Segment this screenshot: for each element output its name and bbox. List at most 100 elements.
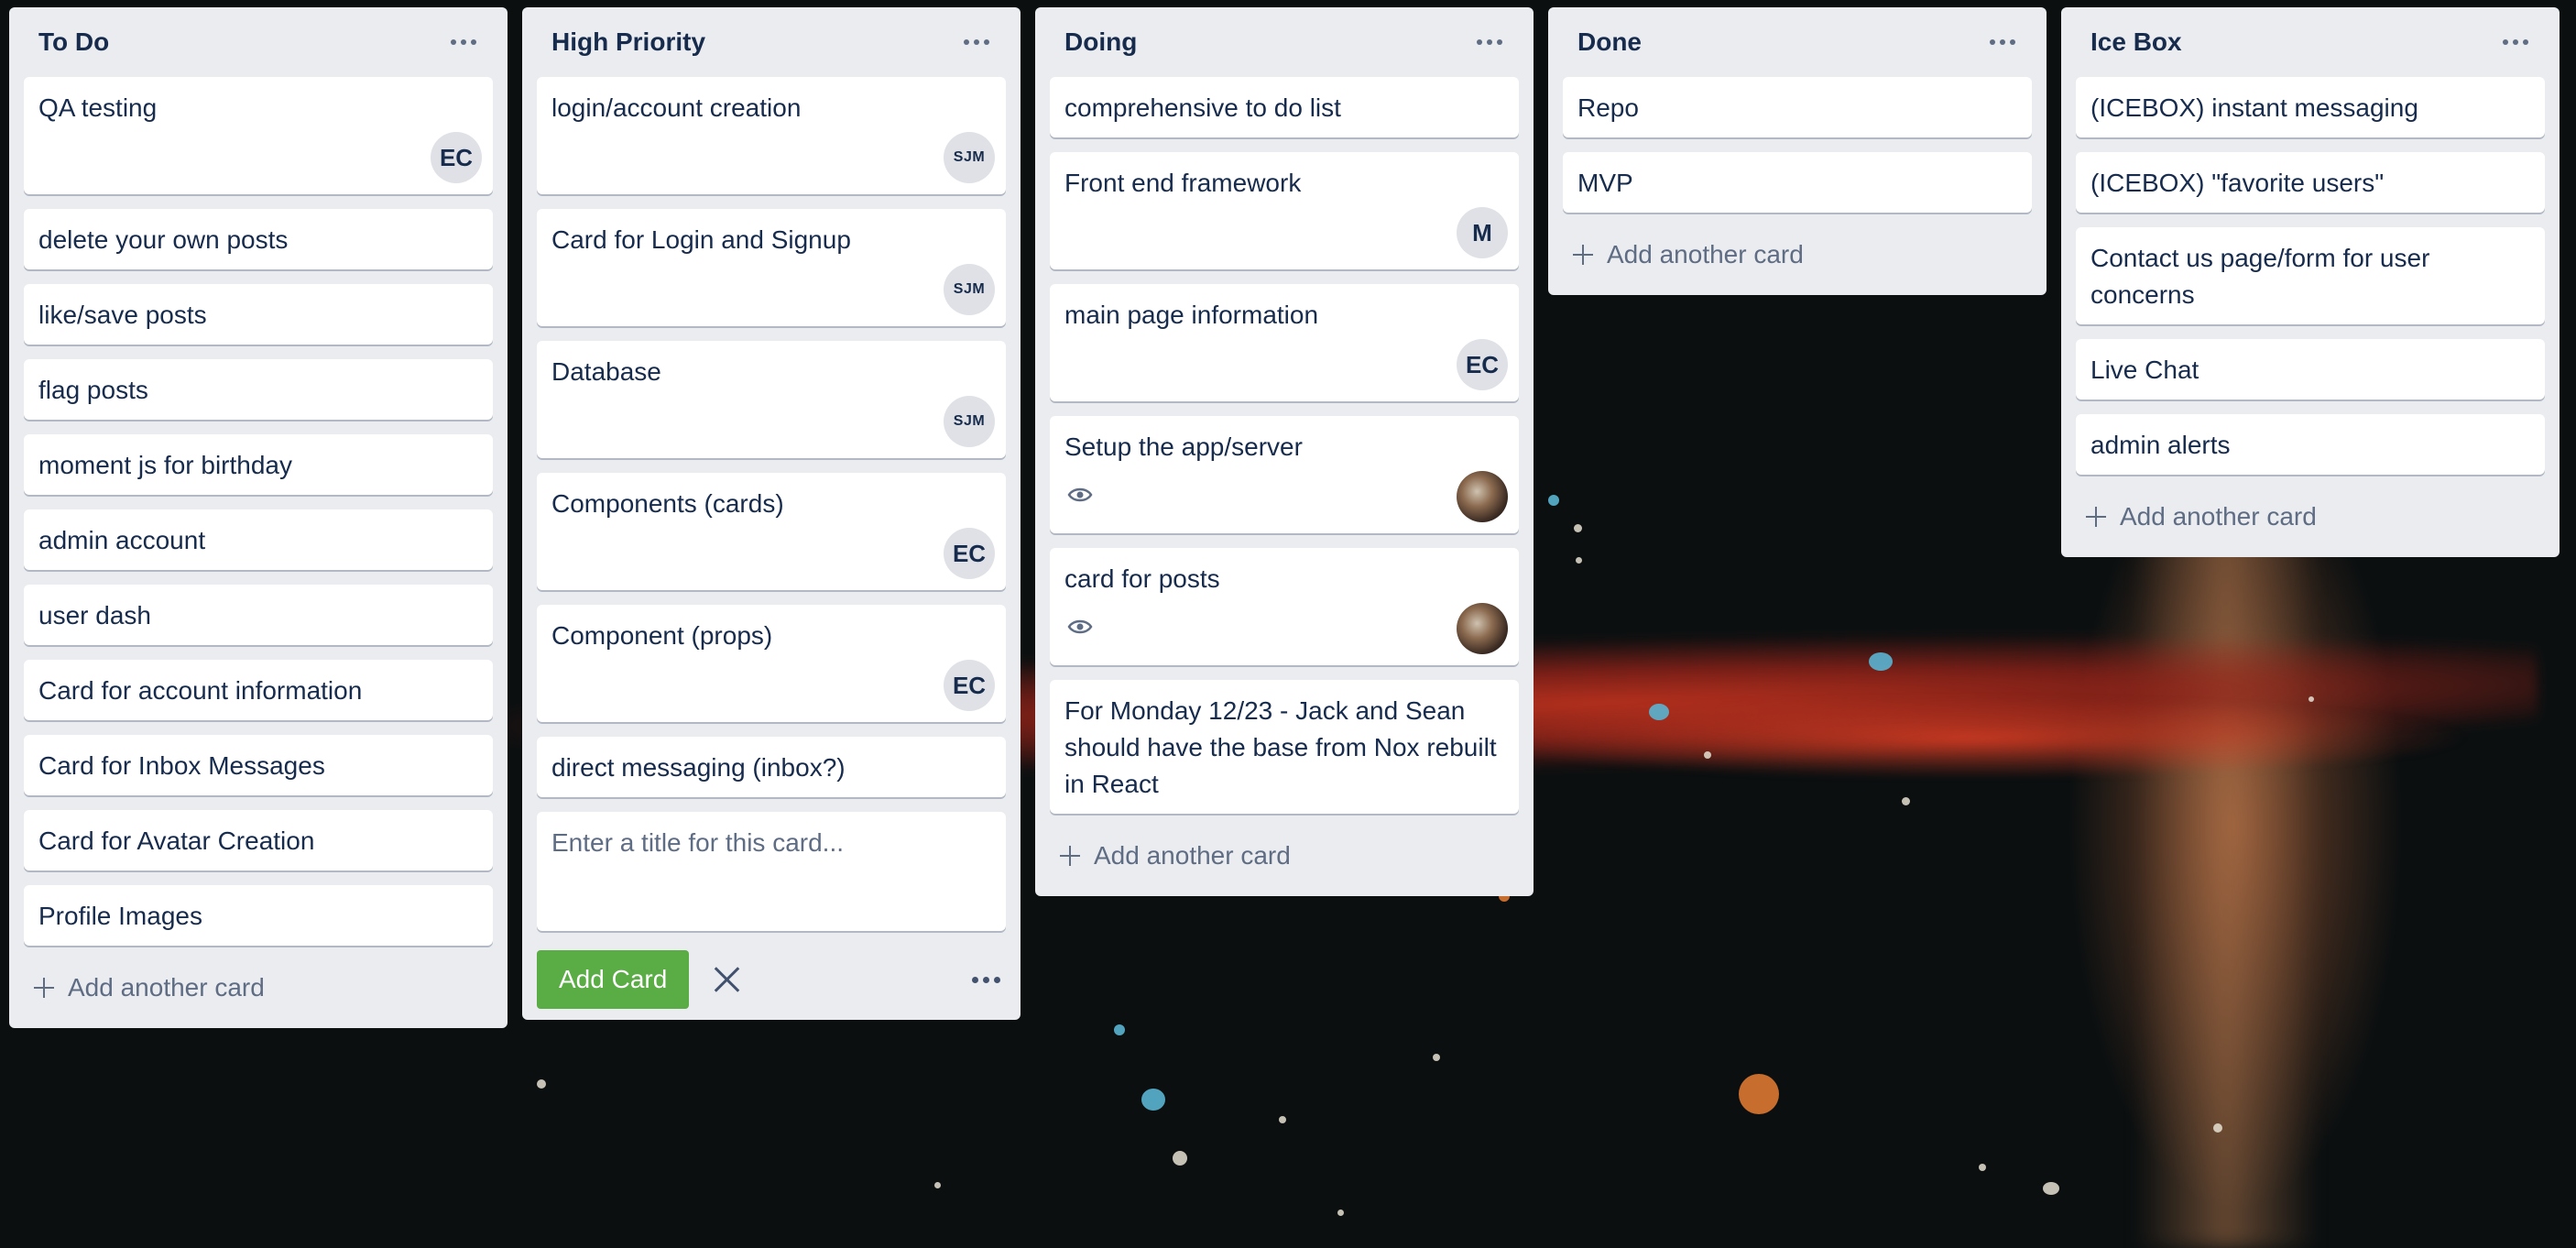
card[interactable]: user dash bbox=[24, 585, 493, 645]
card-title: Profile Images bbox=[38, 902, 202, 930]
list-ice-box: Ice Box (ICEBOX) instant messaging (ICEB… bbox=[2061, 7, 2560, 557]
card[interactable]: login/account creation SJM bbox=[537, 77, 1006, 194]
card-title: Card for Avatar Creation bbox=[38, 827, 315, 855]
member-avatar[interactable]: SJM bbox=[944, 396, 995, 447]
card[interactable]: Setup the app/server bbox=[1050, 416, 1519, 533]
member-avatar-photo[interactable] bbox=[1457, 603, 1508, 654]
member-avatar[interactable]: SJM bbox=[944, 264, 995, 315]
list-to-do: To Do QA testing EC delete your own post… bbox=[9, 7, 508, 1028]
list-title[interactable]: Doing bbox=[1064, 27, 1137, 57]
list-header: To Do bbox=[24, 7, 493, 77]
card[interactable]: Card for Inbox Messages bbox=[24, 735, 493, 795]
card-title: Live Chat bbox=[2090, 356, 2199, 384]
card-title: Card for Login and Signup bbox=[551, 225, 851, 254]
list-menu-icon[interactable] bbox=[1471, 34, 1508, 50]
card[interactable]: Repo bbox=[1563, 77, 2032, 137]
add-card-button[interactable]: Add another card bbox=[24, 958, 493, 1017]
add-card-submit-button[interactable]: Add Card bbox=[537, 950, 690, 1009]
composer-controls: Add Card bbox=[537, 950, 1006, 1009]
card-title: For Monday 12/23 - Jack and Sean should … bbox=[1064, 696, 1497, 798]
card[interactable]: Profile Images bbox=[24, 885, 493, 946]
member-avatar[interactable]: SJM bbox=[944, 132, 995, 183]
card-list: comprehensive to do list Front end frame… bbox=[1050, 77, 1519, 814]
card-title: flag posts bbox=[38, 376, 148, 404]
card-list: login/account creation SJM Card for Logi… bbox=[537, 77, 1006, 936]
card[interactable]: admin alerts bbox=[2076, 414, 2545, 475]
card[interactable]: flag posts bbox=[24, 359, 493, 420]
plus-icon bbox=[2083, 504, 2109, 530]
member-avatar[interactable]: EC bbox=[944, 660, 995, 711]
card[interactable]: Card for account information bbox=[24, 660, 493, 720]
close-icon[interactable] bbox=[707, 959, 748, 1000]
card[interactable]: Database SJM bbox=[537, 341, 1006, 458]
card[interactable]: moment js for birthday bbox=[24, 434, 493, 495]
card-list: Repo MVP bbox=[1563, 77, 2032, 213]
card-title: Contact us page/form for user concerns bbox=[2090, 244, 2430, 309]
card-title: admin alerts bbox=[2090, 431, 2231, 459]
card-title: card for posts bbox=[1064, 564, 1220, 593]
card[interactable]: card for posts bbox=[1050, 548, 1519, 665]
card-title: direct messaging (inbox?) bbox=[551, 753, 846, 782]
card[interactable]: Contact us page/form for user concerns bbox=[2076, 227, 2545, 324]
list-menu-icon[interactable] bbox=[445, 34, 482, 50]
card-title: login/account creation bbox=[551, 93, 802, 122]
card[interactable]: Front end framework M bbox=[1050, 152, 1519, 269]
member-avatar-photo[interactable] bbox=[1457, 471, 1508, 522]
card-title-input[interactable] bbox=[537, 812, 1006, 931]
card[interactable]: delete your own posts bbox=[24, 209, 493, 269]
plus-icon bbox=[1057, 843, 1083, 869]
card-title: Front end framework bbox=[1064, 169, 1302, 197]
member-avatar[interactable]: EC bbox=[1457, 339, 1508, 390]
card-list: QA testing EC delete your own posts like… bbox=[24, 77, 493, 946]
card-title: Setup the app/server bbox=[1064, 432, 1303, 461]
list-header: Ice Box bbox=[2076, 7, 2545, 77]
card[interactable]: Live Chat bbox=[2076, 339, 2545, 400]
card-title: main page information bbox=[1064, 301, 1319, 329]
card-title: (ICEBOX) "favorite users" bbox=[2090, 169, 2385, 197]
list-menu-icon[interactable] bbox=[958, 34, 995, 50]
card[interactable]: comprehensive to do list bbox=[1050, 77, 1519, 137]
card-title: Database bbox=[551, 357, 661, 386]
list-menu-icon[interactable] bbox=[1984, 34, 2021, 50]
plus-icon bbox=[1570, 242, 1596, 268]
watch-eye-icon bbox=[1064, 611, 1096, 642]
list-title[interactable]: To Do bbox=[38, 27, 109, 57]
card[interactable]: QA testing EC bbox=[24, 77, 493, 194]
card-title: Card for account information bbox=[38, 676, 363, 705]
watch-eye-icon bbox=[1064, 479, 1096, 510]
card-title: (ICEBOX) instant messaging bbox=[2090, 93, 2418, 122]
card-title: delete your own posts bbox=[38, 225, 289, 254]
list-header: Done bbox=[1563, 7, 2032, 77]
card[interactable]: (ICEBOX) instant messaging bbox=[2076, 77, 2545, 137]
list-header: High Priority bbox=[537, 7, 1006, 77]
list-menu-icon[interactable] bbox=[2497, 34, 2534, 50]
list-done: Done Repo MVP Add another card bbox=[1548, 7, 2047, 295]
card[interactable]: Card for Login and Signup SJM bbox=[537, 209, 1006, 326]
add-card-button[interactable]: Add another card bbox=[2076, 487, 2545, 546]
card[interactable]: MVP bbox=[1563, 152, 2032, 213]
list-title[interactable]: High Priority bbox=[551, 27, 705, 57]
add-card-button[interactable]: Add another card bbox=[1563, 225, 2032, 284]
card[interactable]: Components (cards) EC bbox=[537, 473, 1006, 590]
card[interactable]: admin account bbox=[24, 509, 493, 570]
list-title[interactable]: Ice Box bbox=[2090, 27, 2182, 57]
card[interactable]: Card for Avatar Creation bbox=[24, 810, 493, 870]
list-title[interactable]: Done bbox=[1577, 27, 1642, 57]
card-title: MVP bbox=[1577, 169, 1633, 197]
more-options-icon[interactable] bbox=[966, 971, 1006, 989]
card-title: user dash bbox=[38, 601, 151, 629]
member-avatar[interactable]: EC bbox=[944, 528, 995, 579]
member-avatar[interactable]: M bbox=[1457, 207, 1508, 258]
card[interactable]: For Monday 12/23 - Jack and Sean should … bbox=[1050, 680, 1519, 814]
card[interactable]: main page information EC bbox=[1050, 284, 1519, 401]
card[interactable]: like/save posts bbox=[24, 284, 493, 345]
add-card-button[interactable]: Add another card bbox=[1050, 827, 1519, 885]
card-title: comprehensive to do list bbox=[1064, 93, 1341, 122]
card[interactable]: Component (props) EC bbox=[537, 605, 1006, 722]
card-title: Repo bbox=[1577, 93, 1639, 122]
card[interactable]: direct messaging (inbox?) bbox=[537, 737, 1006, 797]
card[interactable]: (ICEBOX) "favorite users" bbox=[2076, 152, 2545, 213]
board: To Do QA testing EC delete your own post… bbox=[9, 7, 2560, 1028]
card-title: admin account bbox=[38, 526, 206, 554]
member-avatar[interactable]: EC bbox=[431, 132, 482, 183]
